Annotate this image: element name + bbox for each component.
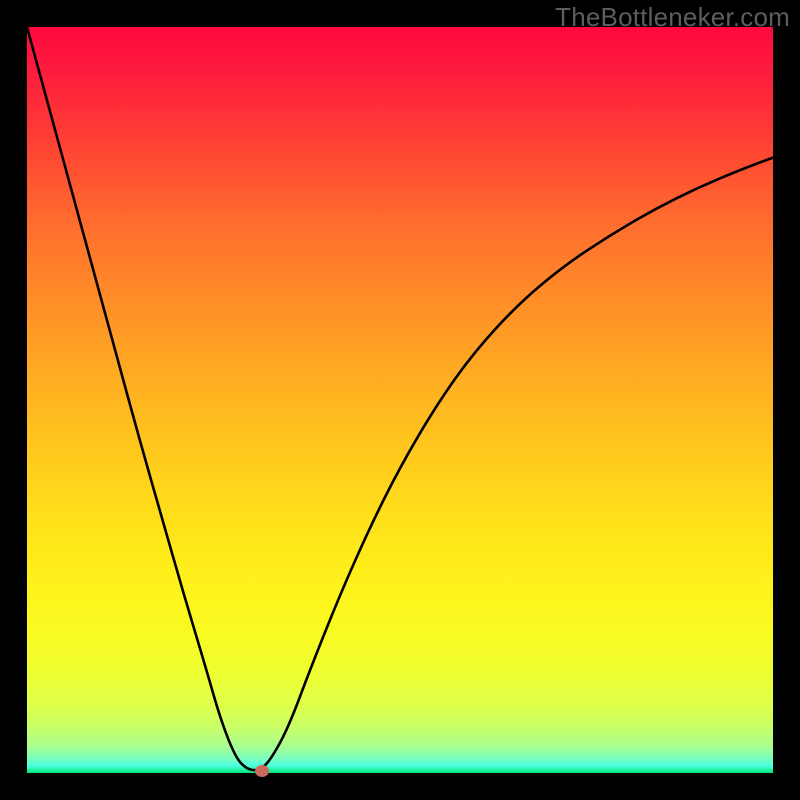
- optimum-marker-icon: [255, 765, 269, 777]
- plot-area: [27, 27, 773, 773]
- curve-svg: [27, 27, 773, 773]
- bottleneck-curve-path: [27, 27, 773, 770]
- chart-frame: TheBottleneker.com: [0, 0, 800, 800]
